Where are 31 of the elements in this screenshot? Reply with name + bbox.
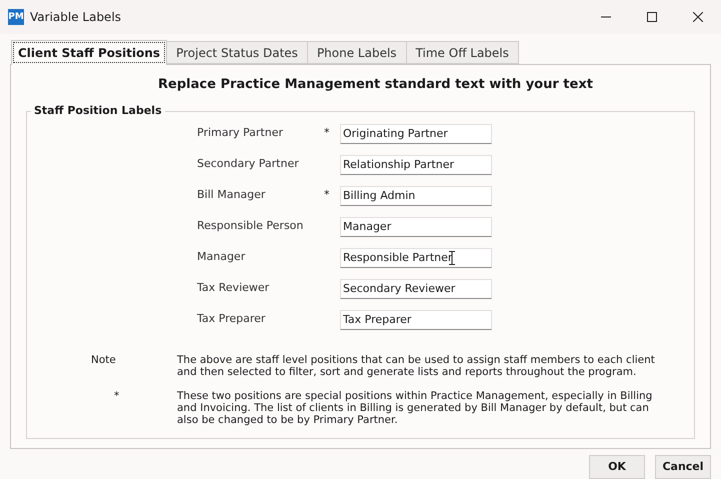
field-label: Responsible Person <box>197 218 304 234</box>
field-label: Manager <box>197 249 246 266</box>
input-field[interactable]: Secondary Reviewer <box>340 278 492 298</box>
input-field[interactable]: Billing Admin <box>340 186 492 206</box>
field-label: Tax Reviewer <box>197 280 270 296</box>
note-text: The above are staff level positions that can be used to assign staff members to each client and then selected to filter, sort and generate lists and reports throughout the program. <box>177 354 656 378</box>
note-term: * <box>114 390 120 404</box>
required-mark: * <box>324 126 330 140</box>
note-term: Note <box>91 354 116 368</box>
required-mark: * <box>324 188 330 202</box>
app-logo: PM <box>8 9 24 25</box>
input-field[interactable]: Responsible Partner <box>340 248 492 268</box>
note-text: These two positions are special positions within Practice Management, especially in Billing and Invoicing. The list of clients in Billing is generated by Bill Manager by default, but can also be changed to be by Primary Partner. <box>177 390 654 426</box>
input-field[interactable]: Tax Preparer <box>340 310 492 330</box>
field-label: Secondary Partner <box>197 156 300 172</box>
input-field[interactable]: Relationship Partner <box>340 154 492 174</box>
maximize-icon <box>647 12 657 22</box>
tab[interactable]: Phone Labels <box>308 41 407 64</box>
input-field[interactable]: Originating Partner <box>340 124 492 144</box>
tab[interactable]: Time Off Labels <box>406 41 519 64</box>
field-label: Bill Manager <box>197 187 266 204</box>
panel-heading: Replace Practice Management standard text with your text <box>157 76 594 94</box>
input-field[interactable]: Manager <box>340 216 492 236</box>
field-label: Primary Partner <box>197 125 284 142</box>
field-label: Tax Preparer <box>197 311 266 328</box>
window-title: Variable Labels <box>30 9 122 26</box>
close-icon <box>693 12 703 22</box>
tab[interactable]: Client Staff Positions <box>11 40 168 65</box>
dialog-button[interactable]: Cancel <box>655 455 711 479</box>
tab[interactable]: Project Status Dates <box>167 41 308 64</box>
dialog-button[interactable]: OK <box>589 455 645 479</box>
